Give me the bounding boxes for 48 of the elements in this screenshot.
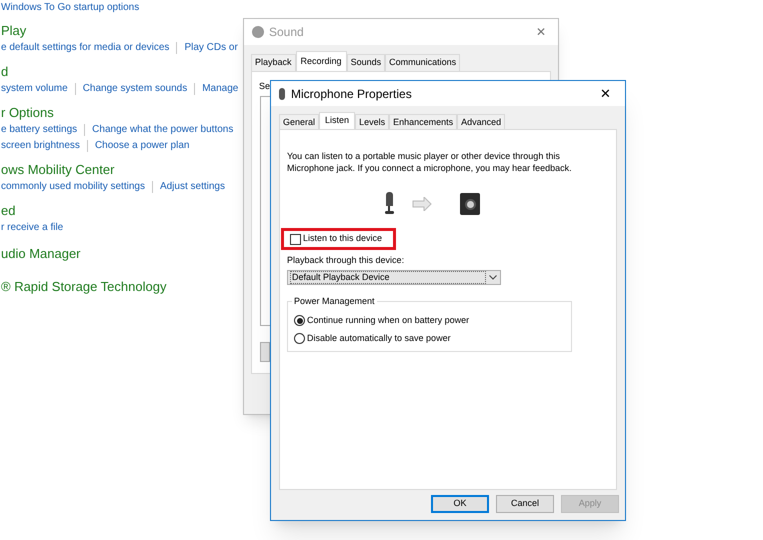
link[interactable]: Choose a power plan — [94, 138, 190, 154]
link[interactable]: Play CDs or — [184, 40, 238, 56]
instruction-text: Se — [259, 80, 272, 93]
tab[interactable]: Communications — [385, 54, 460, 71]
tab[interactable]: Listen — [319, 112, 356, 129]
dialog-button[interactable]: Cancel — [496, 495, 554, 513]
link[interactable]: Windows To Go startup options — [1, 0, 140, 16]
dialog-button[interactable]: OK — [431, 495, 489, 513]
checkbox[interactable] — [290, 234, 301, 244]
section-heading[interactable]: ows Mobility Center — [1, 161, 225, 179]
description-text: You can listen to a portable music player or other device through this Microphone jack. If you connect a microphone, you may hear feedback. — [287, 150, 573, 174]
checkbox-label: Listen to this device — [303, 232, 382, 246]
section-heading[interactable]: ® Rapid Storage Technology — [1, 278, 166, 296]
tab[interactable]: Recording — [296, 51, 347, 71]
link[interactable]: Manage — [202, 81, 238, 97]
tab[interactable]: Enhancements — [389, 114, 458, 129]
window-title: Sound — [269, 24, 304, 41]
tab[interactable]: Levels — [355, 114, 390, 129]
link[interactable]: e battery settings — [1, 122, 78, 138]
radio-button[interactable] — [294, 315, 305, 326]
group-title: Power Management — [292, 294, 377, 308]
tab[interactable]: Playback — [251, 54, 296, 71]
section-heading[interactable]: d — [1, 63, 238, 81]
radio-label: Disable automatically to save power — [307, 332, 451, 345]
section-heading[interactable]: r Options — [1, 104, 234, 122]
tab[interactable]: Sounds — [346, 54, 386, 71]
close-button[interactable]: ✕ — [536, 23, 546, 41]
close-button[interactable]: ✕ — [600, 84, 611, 104]
window-title: Microphone Properties — [291, 86, 412, 102]
link[interactable]: r receive a file — [1, 220, 64, 236]
section-heading[interactable]: udio Manager — [1, 245, 80, 263]
link[interactable]: Adjust settings — [160, 179, 225, 195]
arrow-icon — [412, 197, 432, 211]
field-label: Playback through this device: — [287, 254, 406, 267]
link[interactable]: commonly used mobility settings — [1, 179, 145, 195]
link[interactable]: e default settings for media or devices — [1, 40, 170, 56]
tab[interactable]: Advanced — [457, 114, 506, 129]
link[interactable]: Change system sounds — [82, 81, 188, 97]
link[interactable]: screen brightness — [1, 138, 80, 154]
section-heading[interactable]: ed — [1, 202, 64, 220]
dropdown[interactable]: Default Playback Device — [287, 270, 501, 284]
section-heading[interactable]: Play — [1, 22, 238, 40]
caret-icon — [489, 274, 497, 280]
link[interactable]: system volume — [1, 81, 68, 97]
tab[interactable]: General — [279, 114, 320, 129]
radio-label: Continue running when on battery power — [307, 314, 470, 327]
radio-button[interactable] — [294, 333, 305, 344]
link[interactable]: Change what the power buttons — [92, 122, 234, 138]
